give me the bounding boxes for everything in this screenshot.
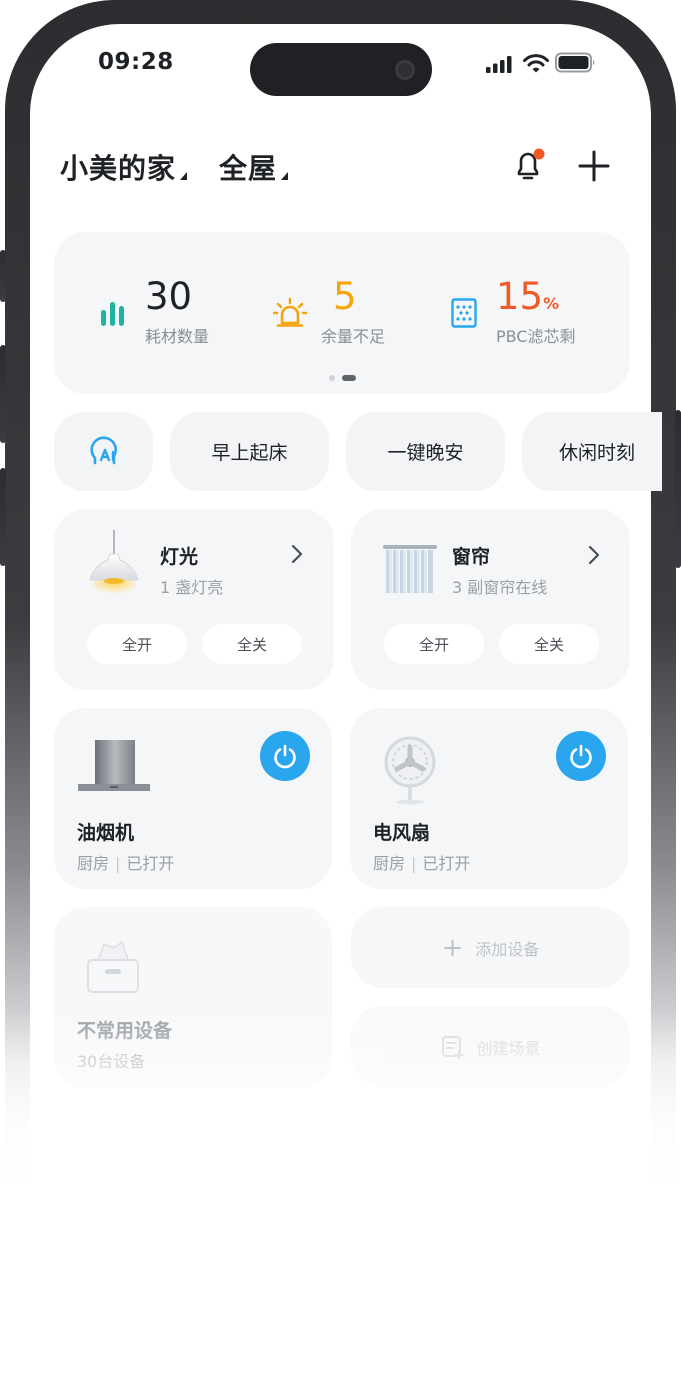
power-button-range-hood[interactable] (260, 731, 310, 781)
device-name: 电风扇 (373, 822, 431, 844)
filter-icon (451, 298, 477, 328)
rare-devices-name: 不常用设备 (77, 1020, 173, 1042)
power-button-fan[interactable] (556, 731, 606, 781)
curtains-all-off-button[interactable]: 全关 (499, 624, 599, 664)
device-name: 油烟机 (77, 822, 135, 844)
device-room: 厨房 (77, 854, 110, 873)
camera-lens (395, 60, 415, 80)
notification-bell-icon[interactable] (510, 145, 550, 185)
curtain-group-status: 3 副窗帘在线 (452, 578, 548, 597)
light-group-name: 灯光 (160, 546, 199, 568)
low-stock-label: 余量不足 (321, 327, 386, 346)
curtain-group-name: 窗帘 (452, 546, 491, 568)
room-selector[interactable]: 全屋 (219, 147, 289, 187)
phone-volume-up (0, 345, 6, 443)
ai-assistant-icon (89, 435, 117, 464)
curtain-group-card[interactable] (351, 509, 630, 690)
home-name: 小美的家 (60, 152, 177, 185)
lights-all-off-button[interactable]: 全关 (202, 624, 302, 664)
curtains-all-on-button[interactable]: 全开 (384, 624, 484, 664)
device-status: 厨房 | 已打开 (77, 854, 175, 873)
scene-leisure[interactable]: 休闲时刻 (522, 412, 662, 491)
pendant-lamp-icon (89, 530, 139, 596)
device-state: 已打开 (126, 854, 175, 873)
page-dot-active (342, 375, 356, 381)
storage-box-icon (87, 940, 139, 993)
phone-mute-switch (0, 250, 6, 302)
scene-label: 早上起床 (211, 442, 288, 464)
filter-label: PBC滤芯剩 (496, 327, 576, 346)
phone-volume-down (0, 468, 6, 566)
light-group-status: 1 盏灯亮 (160, 578, 224, 597)
curtain-icon (383, 545, 437, 593)
power-icon (274, 744, 296, 769)
signal-icon (486, 56, 512, 73)
bar-chart-icon (101, 302, 124, 326)
home-selector[interactable]: 小美的家 (60, 147, 188, 187)
chevron-right-icon[interactable] (585, 544, 603, 566)
ai-assistant-button[interactable] (54, 412, 153, 491)
device-status: 厨房 | 已打开 (373, 854, 471, 873)
page-dot (329, 375, 335, 381)
filter-remaining: 15% (496, 278, 559, 315)
scene-goodnight[interactable]: 一键晚安 (346, 412, 505, 491)
room-name: 全屋 (219, 152, 278, 185)
create-scene-icon (442, 1035, 465, 1060)
add-icon[interactable] (578, 150, 610, 182)
consumables-label: 耗材数量 (145, 327, 210, 346)
home-caret-icon (180, 172, 188, 180)
plus-icon: + (441, 932, 464, 963)
status-time: 09:28 (98, 49, 174, 75)
room-caret-icon (281, 172, 289, 180)
fan-icon (384, 736, 436, 805)
add-device-button[interactable]: + 添加设备 (351, 907, 630, 988)
consumables-count: 30 (145, 275, 193, 318)
alarm-light-icon (272, 297, 308, 327)
scene-morning[interactable]: 早上起床 (170, 412, 329, 491)
battery-icon (555, 52, 595, 73)
notification-badge (533, 148, 545, 160)
create-scene-label: 创建场景 (476, 1038, 541, 1058)
filter-remaining-value: 15 (496, 275, 544, 318)
scene-label: 休闲时刻 (559, 442, 636, 464)
device-room: 厨房 (373, 854, 406, 873)
filter-remaining-unit: % (543, 294, 560, 313)
low-stock-count: 5 (333, 275, 357, 318)
chevron-right-icon[interactable] (288, 543, 306, 565)
phone-power-button (675, 410, 681, 568)
power-icon (570, 744, 592, 769)
wifi-icon (523, 54, 549, 73)
scene-label: 一键晚安 (387, 442, 464, 464)
range-hood-icon (78, 740, 150, 791)
lights-all-on-button[interactable]: 全开 (87, 624, 187, 664)
device-state: 已打开 (422, 854, 471, 873)
create-scene-button[interactable]: 创建场景 (351, 1006, 630, 1087)
add-device-label: 添加设备 (475, 939, 540, 959)
rare-devices-count: 30台设备 (77, 1052, 146, 1071)
